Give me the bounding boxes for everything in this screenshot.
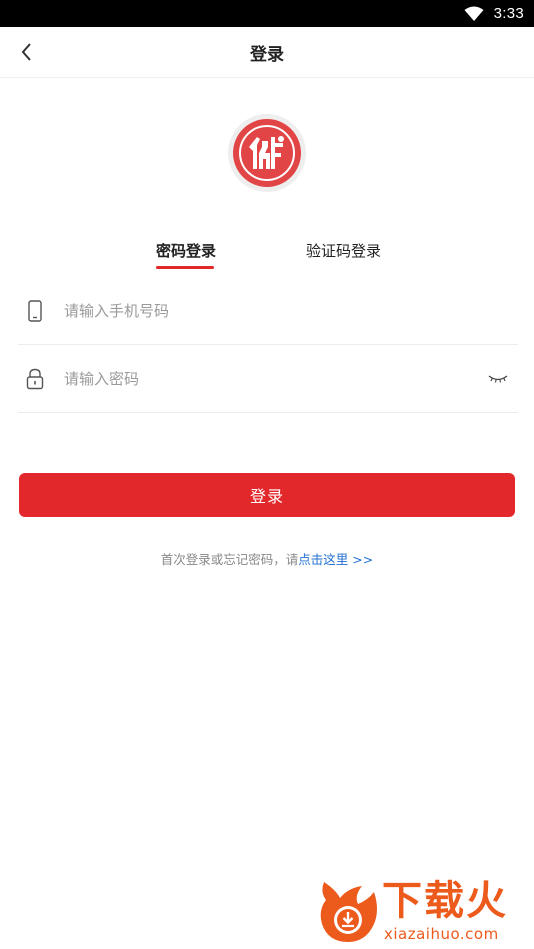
password-input[interactable] [64,369,486,388]
app-logo [228,114,306,192]
phone-icon [24,299,46,323]
watermark: 下载火 xiazaihuo.com [318,878,530,946]
tab-code-login[interactable]: 验证码登录 [306,238,381,268]
phone-input[interactable] [64,301,518,320]
password-field-row [18,345,518,413]
status-time: 3:33 [493,5,524,22]
logo-inner [233,119,301,187]
eye-closed-icon[interactable] [486,371,510,387]
back-button[interactable] [12,37,42,67]
lock-icon [24,367,46,391]
hint-text: 首次登录或忘记密码，请 [160,552,299,567]
login-button[interactable]: 登录 [19,473,515,517]
first-login-hint: 首次登录或忘记密码，请点击这里 >> [0,549,534,568]
click-here-link[interactable]: 点击这里 >> [298,552,373,567]
tab-password-login[interactable]: 密码登录 [156,238,216,268]
active-tab-indicator [156,266,214,269]
flame-download-icon [320,882,377,942]
watermark-url: xiazaihuo.com [384,925,499,943]
wifi-icon [464,6,484,21]
login-tabs: 密码登录 验证码登录 [0,238,534,272]
watermark-title: 下载火 [382,878,508,924]
page-title: 登录 [250,44,284,65]
status-bar: 3:33 [0,0,534,27]
logo-glyph-icon [239,125,295,181]
header: 登录 [0,27,534,78]
back-icon [21,43,31,61]
phone-field-row [18,277,518,345]
